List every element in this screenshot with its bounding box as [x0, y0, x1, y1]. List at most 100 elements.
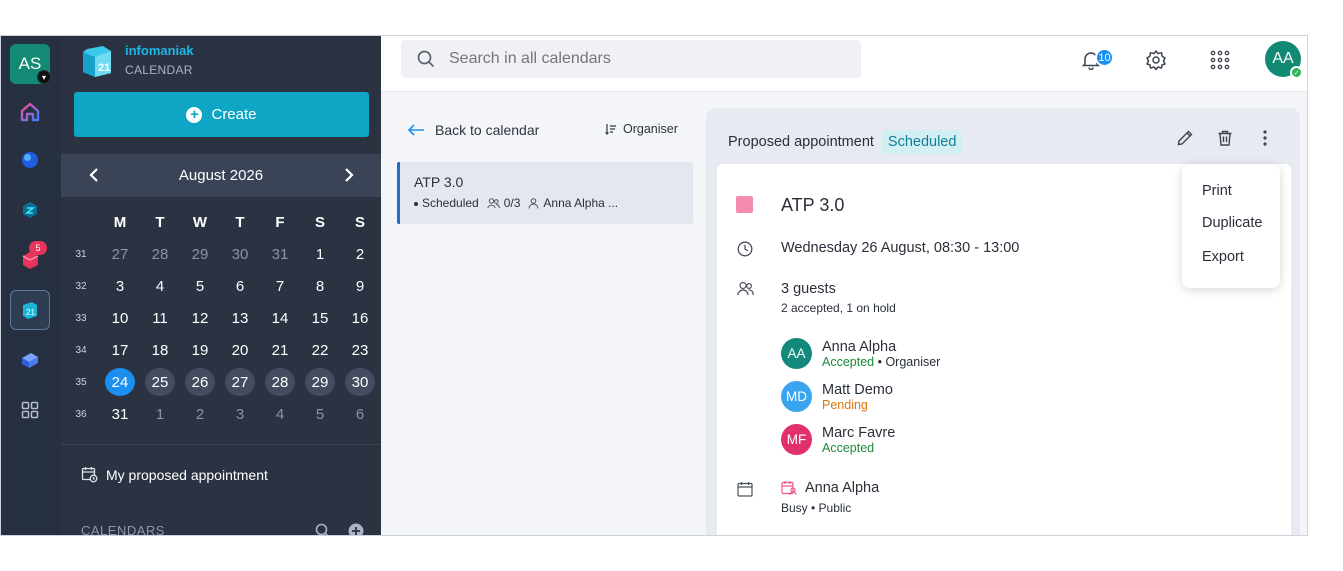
mail-badge: 5	[29, 241, 47, 255]
my-proposed-appointment-link[interactable]: My proposed appointment	[81, 466, 268, 483]
appointment-list: Back to calendar Organiser ATP 3.0 Sched…	[381, 92, 701, 535]
day-cell[interactable]: 26	[185, 368, 215, 396]
avatar: MF	[781, 424, 812, 455]
sidebar-divider	[61, 444, 381, 445]
day-cell-today[interactable]: 24	[105, 368, 135, 396]
day-cell[interactable]: 4	[265, 400, 295, 428]
day-cell[interactable]: 5	[185, 272, 215, 300]
avatar: MD	[781, 381, 812, 412]
svg-text:21: 21	[98, 62, 110, 74]
week-row: 36 31 1 2 3 4 5 6	[61, 400, 381, 432]
day-cell[interactable]: 16	[345, 304, 375, 332]
user-icon	[528, 197, 539, 209]
search-icon[interactable]	[315, 523, 330, 536]
day-cell[interactable]: 19	[185, 336, 215, 364]
back-label: Back to calendar	[435, 122, 540, 138]
search-box[interactable]	[401, 40, 861, 78]
day-cell[interactable]: 25	[145, 368, 175, 396]
day-cell[interactable]: 6	[345, 400, 375, 428]
day-cell[interactable]: 7	[265, 272, 295, 300]
guest-row: MD Matt Demo Pending	[781, 381, 893, 412]
organiser: Anna Alpha ...	[528, 196, 618, 210]
day-cell[interactable]: 15	[305, 304, 335, 332]
day-cell[interactable]: 31	[105, 400, 135, 428]
month-navigator: August 2026	[61, 154, 381, 197]
add-calendar-icon[interactable]	[348, 523, 364, 536]
list-item[interactable]: ATP 3.0 Scheduled 0/3 Anna Alpha ...	[397, 162, 693, 224]
week-row: 33 10 11 12 13 14 15 16	[61, 304, 381, 336]
day-cell[interactable]: 23	[345, 336, 375, 364]
drive-app-icon[interactable]	[10, 140, 50, 180]
calendars-section-header: CALENDARS	[81, 523, 165, 536]
day-cell[interactable]: 21	[265, 336, 295, 364]
day-cell[interactable]: 29	[305, 368, 335, 396]
calendar-app-icon[interactable]: 21	[10, 290, 50, 330]
chevron-right-icon[interactable]	[336, 162, 362, 188]
day-cell[interactable]: 6	[225, 272, 255, 300]
all-apps-icon[interactable]	[10, 390, 50, 430]
day-cell[interactable]: 20	[225, 336, 255, 364]
day-cell[interactable]: 31	[265, 240, 295, 268]
home-icon[interactable]	[10, 92, 50, 132]
day-cell[interactable]: 12	[185, 304, 215, 332]
search-input[interactable]	[449, 50, 829, 68]
day-cell[interactable]: 28	[265, 368, 295, 396]
day-cell[interactable]: 1	[145, 400, 175, 428]
day-cell[interactable]: 9	[345, 272, 375, 300]
day-cell[interactable]: 8	[305, 272, 335, 300]
day-cell[interactable]: 22	[305, 336, 335, 364]
weekday-label: S	[354, 213, 365, 231]
week-number: 32	[75, 280, 87, 292]
guest-count-text: 0/3	[503, 196, 521, 210]
day-cell[interactable]: 11	[145, 304, 175, 332]
week-row: 34 17 18 19 20 21 22 23	[61, 336, 381, 368]
day-cell[interactable]: 18	[145, 336, 175, 364]
create-button[interactable]: + Create	[74, 92, 369, 137]
arrow-left-icon	[407, 124, 424, 136]
more-vertical-icon[interactable]	[1253, 126, 1277, 150]
day-cell[interactable]: 13	[225, 304, 255, 332]
trash-icon[interactable]	[1213, 126, 1237, 150]
day-cell[interactable]: 30	[345, 368, 375, 396]
kdrive-app-icon[interactable]	[10, 340, 50, 380]
day-cell[interactable]: 29	[185, 240, 215, 268]
day-cell[interactable]: 5	[305, 400, 335, 428]
back-to-calendar-link[interactable]: Back to calendar	[407, 122, 539, 138]
day-cell[interactable]: 3	[225, 400, 255, 428]
my-proposed-label: My proposed appointment	[106, 466, 268, 483]
day-cell[interactable]: 14	[265, 304, 295, 332]
week-row-current: 35 24 25 26 27 28 29 30	[61, 368, 381, 400]
svg-text:21: 21	[26, 308, 35, 317]
apps-grid-icon[interactable]	[1206, 46, 1234, 74]
weekday-label: F	[275, 213, 285, 231]
day-cell[interactable]: 27	[225, 368, 255, 396]
day-cell[interactable]: 27	[105, 240, 135, 268]
kchat-app-icon[interactable]	[10, 190, 50, 230]
guest-status: Accepted	[822, 440, 875, 455]
day-cell[interactable]: 1	[305, 240, 335, 268]
sort-label: Organiser	[623, 122, 678, 136]
guest-name: Matt Demo	[822, 381, 893, 398]
app-rail: AS ▾ 5 21	[1, 36, 61, 535]
day-cell[interactable]: 17	[105, 336, 135, 364]
day-cell[interactable]: 10	[105, 304, 135, 332]
users-icon	[736, 279, 754, 297]
menu-item-export[interactable]: Export	[1202, 249, 1244, 265]
search-icon	[417, 50, 435, 68]
status-text: Scheduled	[422, 196, 479, 210]
menu-item-duplicate[interactable]: Duplicate	[1202, 215, 1262, 231]
day-cell[interactable]: 28	[145, 240, 175, 268]
gear-icon[interactable]	[1142, 46, 1170, 74]
menu-item-print[interactable]: Print	[1202, 183, 1232, 199]
day-cell[interactable]: 3	[105, 272, 135, 300]
month-title: August 2026	[178, 167, 264, 184]
chevron-down-icon[interactable]: ▾	[37, 70, 51, 84]
guests-title: 3 guests	[781, 281, 836, 297]
day-cell[interactable]: 4	[145, 272, 175, 300]
day-cell[interactable]: 30	[225, 240, 255, 268]
pencil-icon[interactable]	[1173, 126, 1197, 150]
day-cell[interactable]: 2	[185, 400, 215, 428]
day-cell[interactable]: 2	[345, 240, 375, 268]
sort-organiser-button[interactable]: Organiser	[605, 122, 678, 136]
guest-name: Marc Favre	[822, 424, 896, 441]
